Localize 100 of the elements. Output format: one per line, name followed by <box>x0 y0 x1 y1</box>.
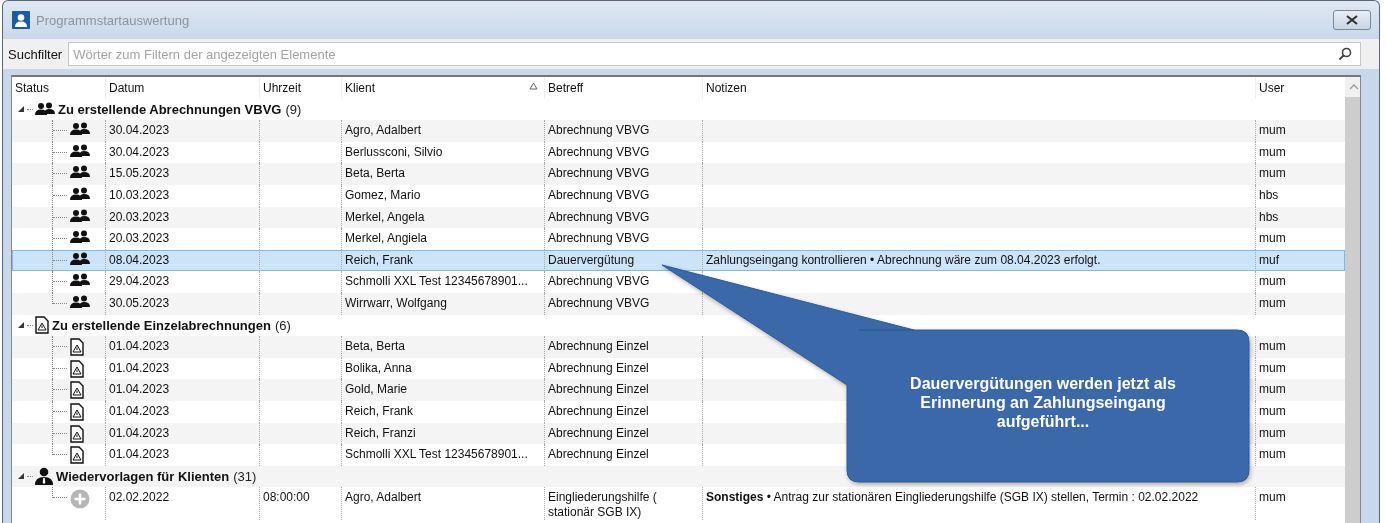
subject-cell: Abrechnung Einzel <box>548 403 649 418</box>
group-title: Zu erstellende Einzelabrechnungen <box>52 317 271 333</box>
group-count: (6) <box>274 317 291 333</box>
subject-cell: Abrechnung Einzel <box>548 360 649 375</box>
user-cell: muf <box>1259 252 1279 267</box>
people-icon <box>70 143 90 158</box>
user-cell: mum <box>1259 231 1286 246</box>
selected-row[interactable]: 08.04.2023 Reich, Frank Dauervergütung Zahlungseingang kontrollieren • Abrechnung wäre zum 08.04.2023 erfolgt. muf <box>12 249 1345 272</box>
column-header[interactable]: Notizen <box>702 77 1255 99</box>
search-field[interactable]: Wörter zum Filtern der angezeigten Elemente <box>68 42 1361 66</box>
client-cell: Reich, Franzi <box>345 425 416 440</box>
user-cell: mum <box>1259 382 1286 397</box>
client-cell: Bolika, Anna <box>345 360 412 375</box>
user-cell: mum <box>1259 166 1286 181</box>
column-header[interactable]: Status <box>12 77 105 99</box>
date-cell: 01.04.2023 <box>109 447 170 462</box>
callout-text: Dauervergütungen werden jetzt als Erinnerung an Zahlungseingang aufgeführt... <box>909 374 1177 431</box>
people-icon <box>70 122 90 137</box>
people-icon <box>70 165 90 180</box>
group-title: Wiedervorlagen für Klienten <box>56 469 230 484</box>
search-label: Suchfilter <box>8 46 63 62</box>
subject-cell: Eingliederungshilfe ( stationär SGB IX) <box>548 490 657 520</box>
user-cell: mum <box>1259 447 1286 462</box>
subject-cell: Abrechnung VBVG <box>548 295 650 310</box>
client-cell: Agro, Adalbert <box>345 123 422 138</box>
client-cell: Gold, Marie <box>345 382 408 397</box>
notes-cell: Sonstiges • Antrag zur stationären Eingliederungshilfe (SGB IX) stellen, Termin : 02.02.2022 <box>706 490 1199 505</box>
date-cell: 15.05.2023 <box>109 166 170 181</box>
people-icon <box>70 230 90 245</box>
expand-toggle[interactable] <box>17 105 25 114</box>
client-cell: Schmolli XXL Test 12345678901... <box>345 274 528 289</box>
date-cell: 20.03.2023 <box>109 231 170 246</box>
subject-cell: Abrechnung Einzel <box>548 447 649 462</box>
subject-cell: Abrechnung VBVG <box>548 187 650 202</box>
people-icon <box>70 251 90 266</box>
client-cell: Beta, Berta <box>345 339 406 354</box>
user-cell: mum <box>1259 144 1286 159</box>
close-icon <box>1346 15 1358 25</box>
user-cell: mum <box>1259 274 1286 289</box>
date-cell: 01.04.2023 <box>109 425 170 440</box>
date-cell: 30.04.2023 <box>109 123 170 138</box>
people-icon <box>35 102 55 117</box>
people-icon <box>70 186 90 201</box>
subject-cell: Abrechnung VBVG <box>548 166 650 181</box>
subject-cell: Dauervergütung <box>548 252 635 267</box>
subject-cell: Abrechnung VBVG <box>548 231 650 246</box>
search-icon <box>1338 47 1352 61</box>
subject-cell: Abrechnung Einzel <box>548 339 649 354</box>
date-cell: 02.02.2022 <box>109 490 170 505</box>
group-count: (9) <box>285 101 302 117</box>
notes-cell: Zahlungseingang kontrollieren • Abrechnung wäre zum 08.04.2023 erfolgt. <box>706 252 1101 267</box>
user-icon <box>12 11 30 29</box>
subject-cell: Abrechnung VBVG <box>548 144 650 159</box>
date-cell: 20.03.2023 <box>109 209 170 224</box>
date-cell: 08.04.2023 <box>109 252 170 267</box>
user-cell: mum <box>1259 123 1286 138</box>
client-cell: Reich, Frank <box>345 252 414 267</box>
client-cell: Reich, Frank <box>345 403 414 418</box>
group-count: (31) <box>233 469 257 484</box>
client-cell: Berlussconi, Silvio <box>345 144 443 159</box>
user-cell: mum <box>1259 360 1286 375</box>
close-button[interactable] <box>1333 10 1371 30</box>
client-cell: Merkel, Angiela <box>345 231 428 246</box>
window-title: Programmstartauswertung <box>36 12 190 28</box>
subject-cell: Abrechnung Einzel <box>548 425 649 440</box>
scroll-up-icon <box>1349 84 1359 90</box>
date-cell: 01.04.2023 <box>109 382 170 397</box>
expand-toggle[interactable] <box>17 321 25 330</box>
column-header[interactable]: Betreff <box>544 77 702 99</box>
date-cell: 01.04.2023 <box>109 339 170 354</box>
user-cell: mum <box>1259 339 1286 354</box>
subject-cell: Abrechnung VBVG <box>548 123 650 138</box>
client-cell: Agro, Adalbert <box>345 490 422 505</box>
date-cell: 10.03.2023 <box>109 187 170 202</box>
subject-cell: Abrechnung Einzel <box>548 382 649 397</box>
column-header[interactable]: Uhrzeit <box>259 77 341 99</box>
user-cell: mum <box>1259 490 1286 505</box>
people-icon <box>70 294 90 309</box>
time-cell: 08:00:00 <box>263 490 310 505</box>
date-cell: 30.05.2023 <box>109 295 170 310</box>
subject-cell: Abrechnung VBVG <box>548 274 650 289</box>
expand-toggle[interactable] <box>17 472 25 481</box>
subject-cell: Abrechnung VBVG <box>548 209 650 224</box>
user-cell: hbs <box>1259 209 1279 224</box>
date-cell: 01.04.2023 <box>109 403 170 418</box>
user-cell: mum <box>1259 295 1286 310</box>
user-cell: mum <box>1259 425 1286 440</box>
client-cell: Merkel, Angela <box>345 209 425 224</box>
column-header[interactable]: Klient <box>341 77 544 99</box>
client-cell: Beta, Berta <box>345 166 406 181</box>
client-cell: Schmolli XXL Test 12345678901... <box>345 447 528 462</box>
date-cell: 30.04.2023 <box>109 144 170 159</box>
user-cell: hbs <box>1259 187 1279 202</box>
date-cell: 29.04.2023 <box>109 274 170 289</box>
group-title: Zu erstellende Abrechnungen VBVG <box>58 101 282 117</box>
column-header[interactable]: Datum <box>105 77 259 99</box>
user-cell: mum <box>1259 403 1286 418</box>
client-cell: Gomez, Mario <box>345 187 421 202</box>
date-cell: 01.04.2023 <box>109 360 170 375</box>
people-icon <box>70 273 90 288</box>
